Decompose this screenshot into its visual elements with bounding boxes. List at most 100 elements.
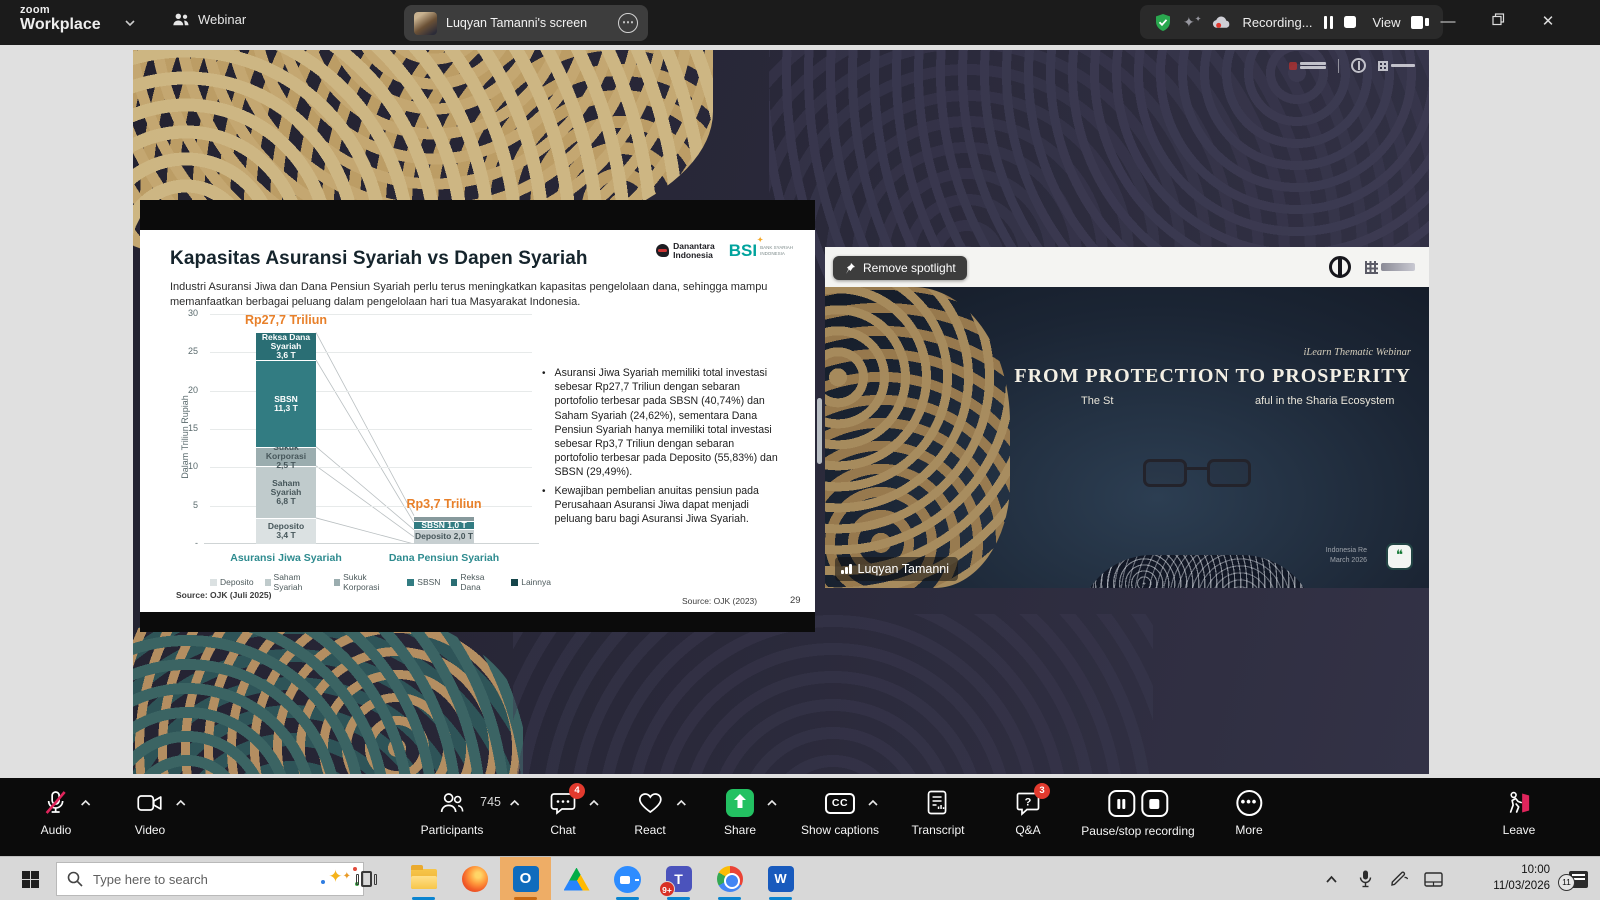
- y-tick-label: 30: [188, 308, 198, 318]
- speaker-person: [825, 287, 1429, 588]
- chart-segment: Deposito 2,0 T: [414, 530, 474, 544]
- chart-segment: SBSN11,3 T: [256, 361, 316, 447]
- ifg-logo: [1378, 61, 1415, 71]
- restore-button[interactable]: [1483, 8, 1513, 36]
- copilot-sparkle-icon[interactable]: ✦✦: [328, 867, 351, 887]
- danantara-indonesia-logo: DanantaraIndonesia: [656, 242, 715, 260]
- presentation-slide: Kapasitas Asuransi Syariah vs Dapen Syar…: [140, 200, 815, 632]
- task-view-button[interactable]: [352, 867, 380, 891]
- partner-logo: [1365, 261, 1415, 274]
- participants-button[interactable]: 745 Participants: [421, 790, 484, 837]
- bsi-logo: BSI BANK SYARIAHINDONESIA: [729, 243, 793, 258]
- tray-microphone-icon[interactable]: [1348, 870, 1382, 888]
- taskbar-search[interactable]: ✦✦: [56, 862, 364, 896]
- share-chevron[interactable]: [766, 798, 778, 808]
- stacked-bar-chart: Dalam Triliun Rupiah 30252015105- Deposi…: [166, 304, 551, 604]
- audio-button[interactable]: Audio: [41, 790, 72, 837]
- notification-center-button[interactable]: 11: [1556, 871, 1600, 888]
- app-teams[interactable]: 9+: [653, 857, 704, 900]
- tab-webinar[interactable]: Webinar: [172, 11, 246, 27]
- participants-chevron[interactable]: [509, 798, 521, 808]
- slide-bullet-list: •Asuransi Jiwa Syariah memiliki total in…: [542, 366, 780, 530]
- ai-companion-icon[interactable]: ✦✦: [1183, 14, 1201, 31]
- share-button[interactable]: Share: [724, 790, 756, 837]
- shared-screen-label: Luqyan Tamanni's screen: [446, 16, 609, 30]
- legend-item: Lainnya: [511, 572, 551, 592]
- chart-segment: [414, 517, 474, 521]
- view-button-label[interactable]: View: [1373, 15, 1401, 30]
- video-options-chevron[interactable]: [175, 798, 187, 808]
- shared-screen-pill[interactable]: Luqyan Tamanni's screen ⋯: [404, 5, 648, 41]
- captions-chevron[interactable]: [867, 798, 879, 808]
- slide-page-number: 29: [790, 595, 801, 606]
- chart-total-label: Rp27,7 Triliun: [245, 313, 327, 327]
- chart-category-label: Asuransi Jiwa Syariah: [230, 552, 341, 564]
- pause-recording-icon[interactable]: [1108, 790, 1135, 817]
- app-google-drive[interactable]: [551, 857, 602, 900]
- slide-letterbox-top: [140, 200, 815, 230]
- search-input[interactable]: [93, 872, 263, 887]
- video-button[interactable]: Video: [135, 790, 165, 837]
- chat-chevron[interactable]: [588, 798, 600, 808]
- stop-recording-icon[interactable]: [1344, 16, 1356, 28]
- qa-button[interactable]: ? 3 Q&A: [1015, 790, 1041, 837]
- audio-options-chevron[interactable]: [80, 798, 92, 808]
- chart-category-label: Dana Pensiun Syariah: [389, 552, 499, 564]
- tray-expand-chevron[interactable]: [1314, 875, 1348, 884]
- pause-stop-recording-button[interactable]: Pause/stop recording: [1081, 790, 1194, 838]
- mic-muted-icon: [44, 790, 68, 816]
- chart-segment: Reksa DanaSyariah3,6 T: [256, 333, 316, 360]
- react-chevron[interactable]: [675, 798, 687, 808]
- react-button[interactable]: React: [634, 790, 665, 837]
- chevron-down-icon[interactable]: [124, 17, 136, 29]
- app-chrome[interactable]: [704, 857, 755, 900]
- start-button[interactable]: [10, 864, 50, 894]
- app-firefox[interactable]: [449, 857, 500, 900]
- google-drive-icon: [564, 868, 590, 891]
- minimize-button[interactable]: —: [1433, 8, 1463, 36]
- chat-button[interactable]: 4 Chat: [550, 790, 576, 837]
- titlebar: zoom Workplace Webinar Luqyan Tamanni's …: [0, 0, 1600, 45]
- app-word[interactable]: [755, 857, 806, 900]
- tray-touchpad-icon[interactable]: [1416, 872, 1450, 887]
- brand-workplace: Workplace: [20, 17, 101, 33]
- meeting-status-pill: ✦✦ Recording... View: [1140, 5, 1443, 39]
- chrome-icon: [717, 866, 743, 892]
- more-button[interactable]: ••• More: [1235, 790, 1262, 837]
- banner-watermark: Indonesia Re March 2026: [1326, 546, 1367, 566]
- windows-taskbar: ✦✦ 9+: [0, 856, 1600, 900]
- cloud-recording-icon: [1212, 15, 1231, 29]
- heart-icon: [637, 791, 663, 815]
- app-file-explorer[interactable]: [398, 857, 449, 900]
- security-shield-icon[interactable]: [1154, 13, 1172, 32]
- meeting-toolbar: Audio Video 745: [0, 778, 1600, 856]
- more-icon: •••: [1236, 790, 1262, 816]
- stop-recording-icon[interactable]: [1141, 790, 1168, 817]
- pause-recording-icon[interactable]: [1324, 16, 1333, 29]
- close-button[interactable]: ✕: [1533, 8, 1563, 36]
- taskbar-apps: 9+: [398, 857, 806, 900]
- video-feed: iLearn Thematic Webinar FROM PROTECTION …: [825, 287, 1429, 588]
- remove-spotlight-button[interactable]: Remove spotlight: [833, 256, 967, 280]
- camera-icon: [137, 792, 163, 814]
- zoom-workplace-window: zoom Workplace Webinar Luqyan Tamanni's …: [0, 0, 1600, 900]
- tray-pen-icon[interactable]: [1382, 871, 1416, 887]
- teams-badge: 9+: [659, 881, 675, 897]
- app-zoom[interactable]: [602, 857, 653, 900]
- app-outlook[interactable]: [500, 857, 551, 900]
- leave-button[interactable]: Leave: [1503, 790, 1536, 837]
- y-tick-label: 5: [193, 500, 198, 510]
- leave-icon: [1506, 790, 1532, 816]
- y-tick-label: 15: [188, 423, 198, 433]
- zoom-app-icon: [614, 866, 641, 893]
- more-options-icon[interactable]: ⋯: [618, 13, 638, 33]
- transcript-button[interactable]: Transcript: [912, 790, 965, 837]
- banner-header-logos: [1329, 256, 1415, 278]
- panel-resize-handle[interactable]: [817, 398, 822, 464]
- slide-title: Kapasitas Asuransi Syariah vs Dapen Syar…: [170, 248, 588, 270]
- recording-status-label: Recording...: [1242, 15, 1312, 30]
- taskbar-clock[interactable]: 10:00 11/03/2026: [1458, 863, 1550, 894]
- bullet-item: •Kewajiban pembelian anuitas pensiun pad…: [542, 484, 780, 527]
- show-captions-button[interactable]: CC Show captions: [801, 790, 879, 837]
- view-layout-icon[interactable]: [1411, 16, 1429, 29]
